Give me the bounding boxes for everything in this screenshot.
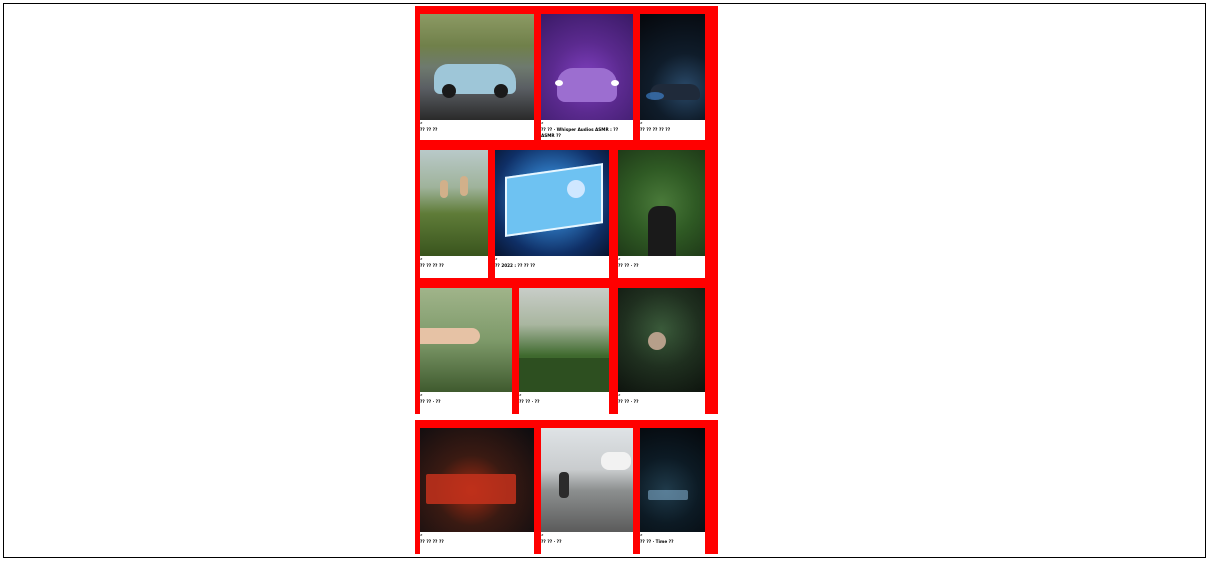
- card-title[interactable]: ?? ?? ?? ??: [420, 263, 488, 269]
- card-category: #: [541, 121, 544, 125]
- card[interactable]: # ?? ?? ?? ?? ??: [640, 14, 705, 140]
- card-category: #: [420, 393, 423, 397]
- card-category: #: [519, 393, 522, 397]
- grid-row-1: # ?? ?? ?? # ?? ?? · Whisper Audios ASMR…: [415, 6, 718, 144]
- card[interactable]: # ?? ?? · ??: [618, 288, 705, 414]
- card-title[interactable]: ?? ?? · ??: [420, 399, 512, 405]
- card-title[interactable]: ?? 2022 : ?? ?? ??: [495, 263, 609, 269]
- thumbnail-image[interactable]: [541, 428, 633, 532]
- card[interactable]: # ?? ?? ?? ??: [420, 150, 488, 278]
- thumbnail-image[interactable]: [618, 288, 705, 392]
- card-title[interactable]: ?? ?? · ??: [519, 399, 609, 405]
- thumbnail-image[interactable]: [420, 428, 534, 532]
- card-title[interactable]: ?? ?? ??: [420, 127, 534, 133]
- thumbnail-image[interactable]: [420, 288, 512, 392]
- card[interactable]: # ?? ?? · ??: [541, 428, 633, 554]
- thumbnail-image[interactable]: [420, 150, 488, 256]
- card-title[interactable]: ?? ?? · ??: [618, 263, 705, 269]
- card-category: #: [495, 257, 498, 261]
- card-category: #: [420, 121, 423, 125]
- card-title[interactable]: ?? ?? ?? ??: [420, 539, 534, 545]
- card[interactable]: # ?? ?? ??: [420, 14, 534, 140]
- thumbnail-image[interactable]: [618, 150, 705, 256]
- card-title[interactable]: ?? ?? · Whisper Audios ASMR : ?? ASMR ??: [541, 127, 633, 139]
- card-title[interactable]: ?? ?? ?? ?? ??: [640, 127, 705, 133]
- thumbnail-image[interactable]: [640, 428, 705, 532]
- card-title[interactable]: ?? ?? · ??: [618, 399, 705, 405]
- card[interactable]: # ?? 2022 : ?? ?? ??: [495, 150, 609, 278]
- grid-row-2: # ?? ?? ?? ?? # ?? 2022 : ?? ?? ?? # ?? …: [415, 144, 718, 284]
- thumbnail-image[interactable]: [420, 14, 534, 120]
- card-title[interactable]: ?? ?? · Time ??: [640, 539, 705, 545]
- card[interactable]: # ?? ?? · Time ??: [640, 428, 705, 554]
- card-title[interactable]: ?? ?? · ??: [541, 539, 633, 545]
- thumbnail-image[interactable]: [640, 14, 705, 120]
- card[interactable]: # ?? ?? ?? ??: [420, 428, 534, 554]
- grid-row-3: # ?? ?? · ?? # ?? ?? · ?? # ?? ?? · ??: [415, 284, 718, 414]
- grid-row-4: # ?? ?? ?? ?? # ?? ?? · ?? # ?? ?? · Tim…: [415, 420, 718, 554]
- thumbnail-image[interactable]: [495, 150, 609, 256]
- card[interactable]: # ?? ?? · ??: [519, 288, 609, 414]
- card-category: #: [618, 393, 621, 397]
- card-category: #: [618, 257, 621, 261]
- card[interactable]: # ?? ?? · ??: [420, 288, 512, 414]
- thumbnail-image[interactable]: [541, 14, 633, 120]
- card-category: #: [640, 533, 643, 537]
- card-category: #: [420, 257, 423, 261]
- card-category: #: [420, 533, 423, 537]
- card[interactable]: # ?? ?? · ??: [618, 150, 705, 278]
- thumbnail-image[interactable]: [519, 288, 609, 392]
- card[interactable]: # ?? ?? · Whisper Audios ASMR : ?? ASMR …: [541, 14, 633, 140]
- card-category: #: [541, 533, 544, 537]
- card-category: #: [640, 121, 643, 125]
- content-grid: # ?? ?? ?? # ?? ?? · Whisper Audios ASMR…: [415, 6, 718, 554]
